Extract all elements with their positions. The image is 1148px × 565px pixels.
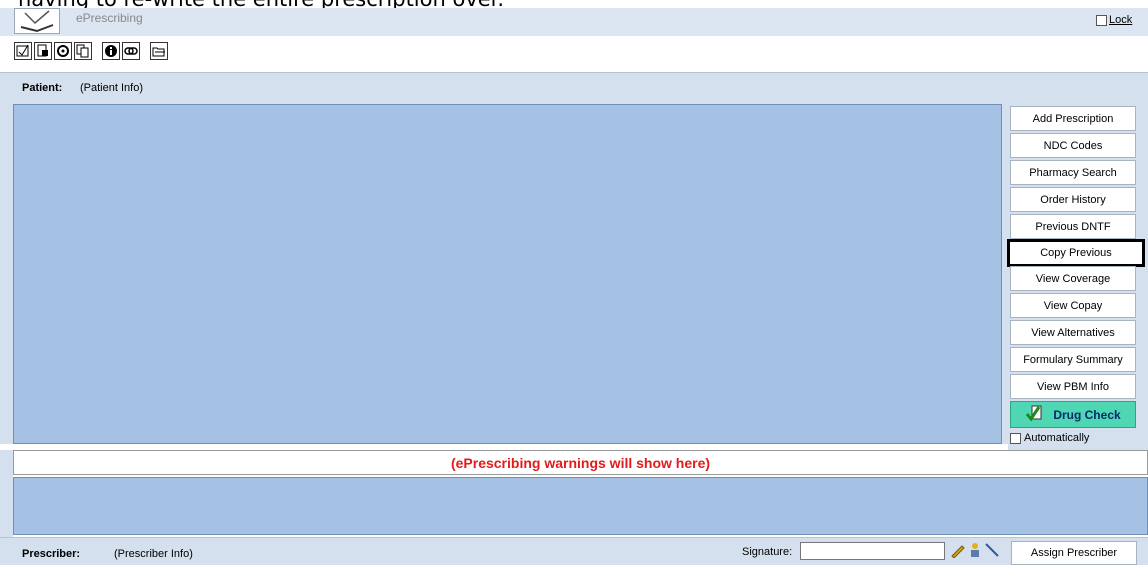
- auto-label: Automatically: [1024, 432, 1090, 444]
- pen-icon[interactable]: [950, 542, 966, 561]
- copy-previous-button[interactable]: Copy Previous: [1007, 239, 1145, 267]
- lock-toggle[interactable]: Lock: [1096, 14, 1132, 26]
- link-icon[interactable]: [122, 42, 140, 60]
- order-history-button[interactable]: Order History: [1010, 187, 1136, 212]
- signature-label: Signature:: [742, 546, 793, 558]
- view-alternatives-button[interactable]: View Alternatives: [1010, 320, 1136, 345]
- stylus-icon[interactable]: [984, 542, 1000, 561]
- view-pbm-info-button[interactable]: View PBM Info: [1010, 374, 1136, 399]
- info-icon[interactable]: [102, 42, 120, 60]
- warning-left-frame: [0, 450, 13, 540]
- app-title: ePrescribing: [76, 11, 143, 25]
- page-hand-icon[interactable]: [34, 42, 52, 60]
- person-icon[interactable]: [968, 542, 982, 561]
- assign-prescriber-button[interactable]: Assign Prescriber: [1011, 541, 1137, 565]
- drug-check-button[interactable]: Drug Check: [1010, 401, 1136, 428]
- left-frame: [0, 104, 13, 444]
- copy-pages-icon[interactable]: [74, 42, 92, 60]
- formulary-summary-button[interactable]: Formulary Summary: [1010, 347, 1136, 372]
- signature-field[interactable]: [800, 542, 945, 560]
- warning-text: (ePrescribing warnings will show here): [450, 455, 711, 471]
- patient-info: (Patient Info): [80, 82, 143, 94]
- notepad-check-icon[interactable]: [14, 42, 32, 60]
- rx-gear-icon[interactable]: [54, 42, 72, 60]
- auto-checkbox[interactable]: [1010, 432, 1021, 444]
- view-copay-button[interactable]: View Copay: [1010, 293, 1136, 318]
- checkmark-document-icon: [1025, 403, 1045, 426]
- pharmacy-search-button[interactable]: Pharmacy Search: [1010, 160, 1136, 185]
- drug-check-label: Drug Check: [1053, 407, 1121, 422]
- patient-label: Patient:: [22, 82, 63, 94]
- prescription-panel[interactable]: [13, 104, 1002, 444]
- warning-panel: [13, 477, 1148, 535]
- auto-drug-check[interactable]: Automatically: [1010, 432, 1089, 444]
- add-prescription-button[interactable]: Add Prescription: [1010, 106, 1136, 131]
- lock-checkbox[interactable]: [1096, 14, 1107, 26]
- signature-tools: [950, 542, 1000, 561]
- lock-label: Lock: [1109, 14, 1133, 26]
- patient-bar: [0, 72, 1148, 104]
- ndc-codes-button[interactable]: NDC Codes: [1010, 133, 1136, 158]
- view-coverage-button[interactable]: View Coverage: [1010, 266, 1136, 291]
- prescriber-label: Prescriber:: [22, 548, 81, 560]
- toolbar: [0, 36, 1148, 66]
- app-logo-icon: [14, 8, 60, 34]
- previous-dntf-button[interactable]: Previous DNTF: [1010, 214, 1136, 239]
- prescriber-info: (Prescriber Info): [114, 548, 193, 560]
- title-bar: [0, 8, 1148, 36]
- open-folder-icon[interactable]: [150, 42, 168, 60]
